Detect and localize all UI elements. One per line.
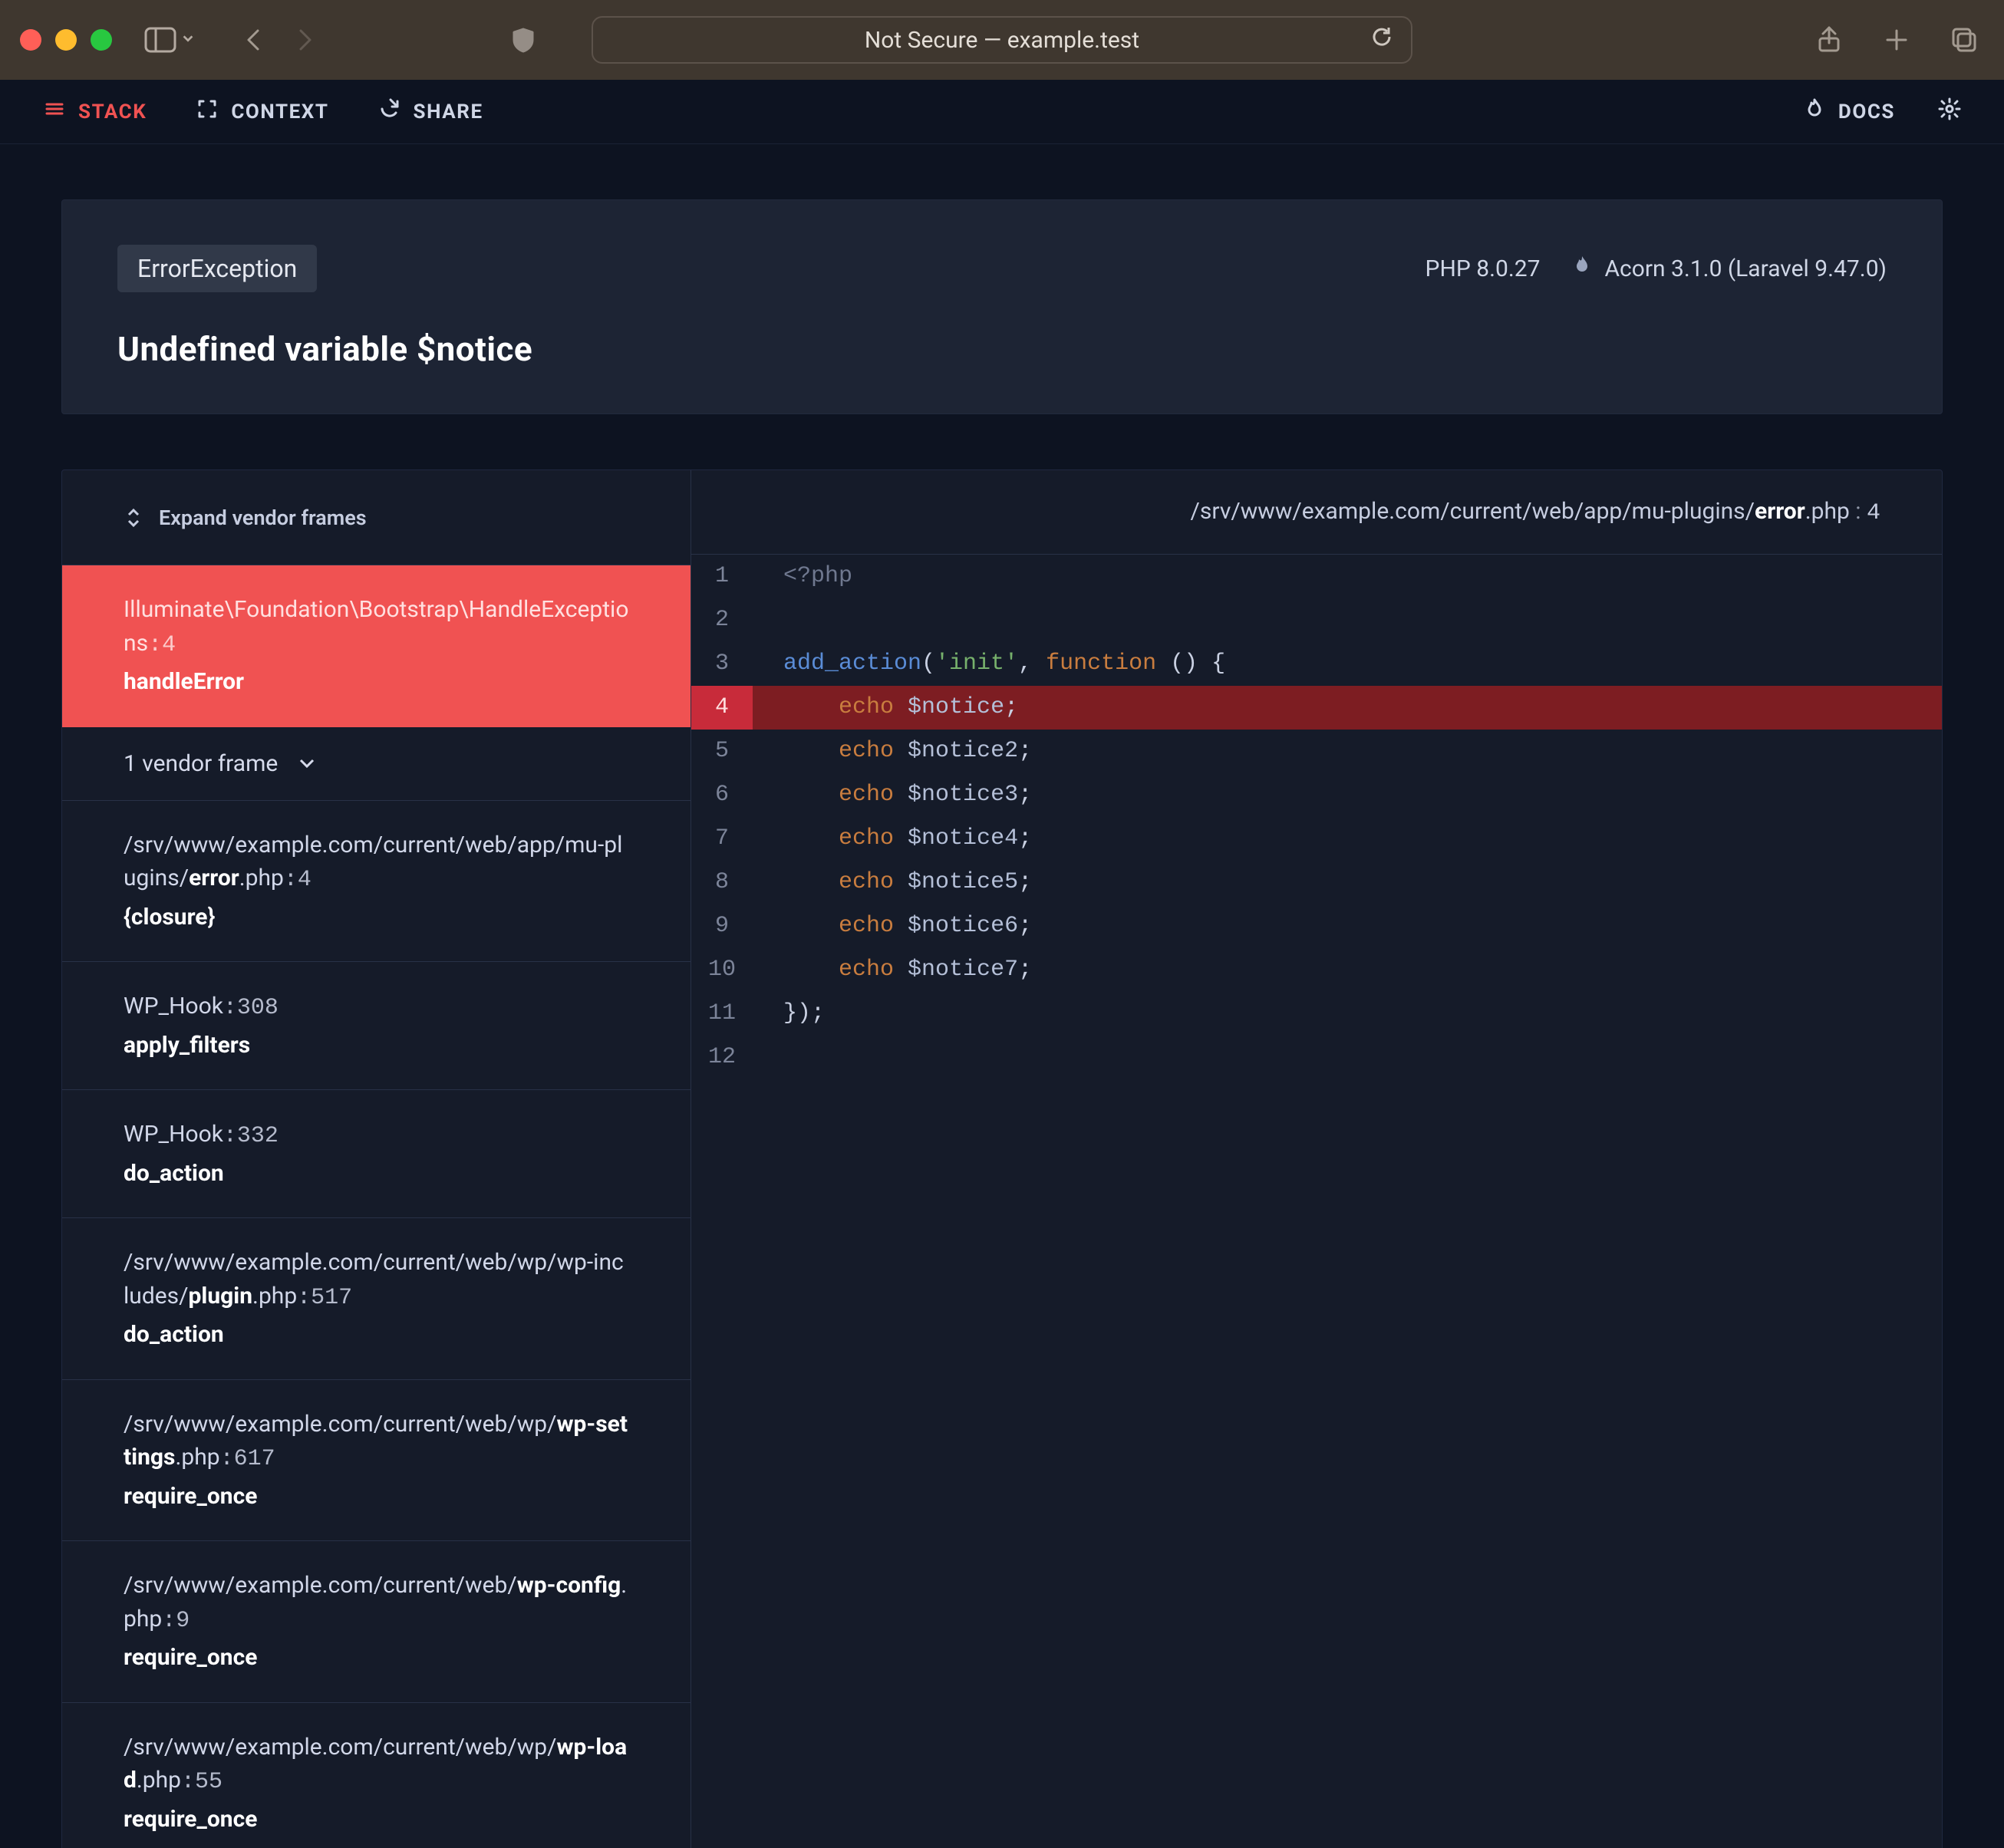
traffic-lights bbox=[20, 29, 112, 51]
docs-link[interactable]: DOCS bbox=[1803, 97, 1895, 126]
stack-frame-function: require_once bbox=[124, 1480, 629, 1514]
code-line-content: add_action('init', function () { bbox=[753, 642, 1942, 686]
code-line: 11}); bbox=[691, 992, 1942, 1036]
stack-frame[interactable]: /srv/www/example.com/current/web/wp/wp-s… bbox=[62, 1380, 691, 1542]
stack-frame-function: require_once bbox=[124, 1641, 629, 1675]
address-bar[interactable]: Not Secure — example.test bbox=[592, 16, 1412, 64]
browser-titlebar: Not Secure — example.test bbox=[0, 0, 2004, 80]
code-line: 10 echo $notice7; bbox=[691, 948, 1942, 992]
privacy-shield-icon[interactable] bbox=[503, 20, 543, 60]
code-line-number: 2 bbox=[691, 598, 753, 642]
stack-frame-function: do_action bbox=[124, 1318, 629, 1352]
code-line-content: echo $notice3; bbox=[753, 773, 1942, 817]
code-line: 5 echo $notice2; bbox=[691, 730, 1942, 773]
code-line-number: 10 bbox=[691, 948, 753, 992]
stack-frame[interactable]: /srv/www/example.com/current/web/wp/wp-l… bbox=[62, 1703, 691, 1848]
code-line-number: 4 bbox=[691, 686, 753, 730]
php-version-label: PHP 8.0.27 bbox=[1426, 255, 1541, 282]
code-line-number: 9 bbox=[691, 904, 753, 948]
tab-context[interactable]: CONTEXT bbox=[196, 97, 328, 126]
code-line-content bbox=[753, 598, 1942, 642]
expand-vendor-frames-label: Expand vendor frames bbox=[159, 506, 367, 530]
code-line-content: echo $notice4; bbox=[753, 817, 1942, 861]
code-line: 8 echo $notice5; bbox=[691, 861, 1942, 904]
stack-frame[interactable]: /srv/www/example.com/current/web/app/mu-… bbox=[62, 801, 691, 963]
flame-icon bbox=[1803, 97, 1826, 126]
code-line-number: 12 bbox=[691, 1036, 753, 1079]
window-zoom-button[interactable] bbox=[91, 29, 112, 51]
expand-icon bbox=[196, 97, 219, 126]
tab-stack[interactable]: STACK bbox=[43, 97, 147, 126]
docs-label: DOCS bbox=[1838, 100, 1895, 124]
code-line-content: echo $notice6; bbox=[753, 904, 1942, 948]
tab-label: STACK bbox=[78, 100, 147, 124]
expand-vendor-frames-button[interactable]: Expand vendor frames bbox=[62, 470, 691, 565]
stack-frame[interactable]: /srv/www/example.com/current/web/wp/wp-i… bbox=[62, 1218, 691, 1380]
code-line: 2 bbox=[691, 598, 1942, 642]
code-line: 9 echo $notice6; bbox=[691, 904, 1942, 948]
stack-frame-function: handleError bbox=[124, 665, 629, 699]
code-line-number: 3 bbox=[691, 642, 753, 686]
chevron-down-icon bbox=[181, 31, 195, 48]
framework-version-label: Acorn 3.1.0 (Laravel 9.47.0) bbox=[1604, 255, 1887, 282]
tab-overview-button[interactable] bbox=[1944, 20, 1984, 60]
exception-class-chip: ErrorException bbox=[117, 245, 317, 292]
stack-frame[interactable]: WP_Hook:332do_action bbox=[62, 1090, 691, 1218]
error-message: Undefined variable $notice bbox=[117, 329, 1887, 369]
code-line-content bbox=[753, 1036, 1942, 1079]
code-line-content: echo $notice7; bbox=[753, 948, 1942, 992]
stack-frame-function: {closure} bbox=[124, 901, 629, 934]
code-line-number: 7 bbox=[691, 817, 753, 861]
error-summary-card: ErrorException PHP 8.0.27 Acorn 3.1.0 (L… bbox=[61, 199, 1943, 414]
code-line-content: echo $notice2; bbox=[753, 730, 1942, 773]
code-line: 7 echo $notice4; bbox=[691, 817, 1942, 861]
code-panel: /srv/www/example.com/current/web/app/mu-… bbox=[691, 470, 1942, 1848]
app-menubar: STACK CONTEXT SHARE DOCS bbox=[0, 80, 2004, 144]
code-line-content: echo $notice5; bbox=[753, 861, 1942, 904]
window-minimize-button[interactable] bbox=[55, 29, 77, 51]
code-line-number: 5 bbox=[691, 730, 753, 773]
code-file-path: /srv/www/example.com/current/web/app/mu-… bbox=[691, 470, 1942, 555]
stack-frame[interactable]: Illuminate\Foundation\Bootstrap\HandleEx… bbox=[62, 565, 691, 727]
tab-label: SHARE bbox=[414, 100, 483, 124]
stack-code-split: Expand vendor frames Illuminate\Foundati… bbox=[61, 469, 1943, 1848]
code-line-content: echo $notice; bbox=[753, 686, 1942, 730]
chevron-down-icon bbox=[296, 753, 318, 774]
code-line: 6 echo $notice3; bbox=[691, 773, 1942, 817]
reload-button[interactable] bbox=[1370, 25, 1394, 55]
new-tab-button[interactable] bbox=[1877, 20, 1917, 60]
code-line-number: 11 bbox=[691, 992, 753, 1036]
flame-icon bbox=[1571, 254, 1594, 283]
stack-frame[interactable]: /srv/www/example.com/current/web/wp-conf… bbox=[62, 1541, 691, 1703]
stack-frame[interactable]: WP_Hook:308apply_filters bbox=[62, 962, 691, 1090]
window-close-button[interactable] bbox=[20, 29, 41, 51]
stack-frame-function: require_once bbox=[124, 1803, 629, 1836]
code-line: 12 bbox=[691, 1036, 1942, 1079]
share-icon bbox=[378, 97, 401, 126]
settings-button[interactable] bbox=[1938, 97, 1961, 126]
code-line-content: }); bbox=[753, 992, 1942, 1036]
code-line: 4 echo $notice; bbox=[691, 686, 1942, 730]
address-bar-text: Not Secure — example.test bbox=[865, 27, 1139, 54]
share-button[interactable] bbox=[1809, 20, 1849, 60]
back-button[interactable] bbox=[235, 20, 275, 60]
stack-frame-function: do_action bbox=[124, 1157, 629, 1191]
code-line-number: 1 bbox=[691, 555, 753, 598]
expand-vertical-icon bbox=[124, 508, 143, 528]
forward-button[interactable] bbox=[284, 20, 324, 60]
code-line: 1<?php bbox=[691, 555, 1942, 598]
vendor-frames-collapsed[interactable]: 1 vendor frame bbox=[62, 727, 691, 801]
sidebar-toggle-button[interactable] bbox=[144, 27, 195, 53]
code-line-content: <?php bbox=[753, 555, 1942, 598]
vendor-frames-collapsed-label: 1 vendor frame bbox=[124, 750, 278, 777]
stack-frames-panel: Expand vendor frames Illuminate\Foundati… bbox=[62, 470, 691, 1848]
tab-share[interactable]: SHARE bbox=[378, 97, 483, 126]
stack-icon bbox=[43, 97, 66, 126]
code-line-number: 6 bbox=[691, 773, 753, 817]
gear-icon bbox=[1938, 97, 1961, 126]
tab-label: CONTEXT bbox=[231, 100, 328, 124]
code-line-number: 8 bbox=[691, 861, 753, 904]
stack-frame-function: apply_filters bbox=[124, 1029, 629, 1062]
code-line: 3add_action('init', function () { bbox=[691, 642, 1942, 686]
